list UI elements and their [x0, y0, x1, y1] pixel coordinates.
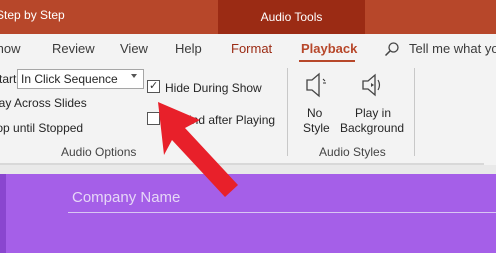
- play-in-background-speaker-icon[interactable]: [358, 70, 388, 100]
- tab-playback[interactable]: Playback: [301, 41, 357, 56]
- hide-during-show-checkbox[interactable]: ✓: [147, 80, 160, 93]
- start-select-value: In Click Sequence: [21, 72, 118, 86]
- no-style-label-line1: No: [307, 106, 323, 120]
- ribbon-bottom-gap: [0, 165, 496, 174]
- group-separator-right: [414, 68, 415, 156]
- search-icon[interactable]: [384, 41, 400, 57]
- checkmark-icon: ✓: [149, 80, 159, 92]
- tab-format[interactable]: Format: [231, 41, 272, 56]
- contextual-tab-audio-tools: Audio Tools: [218, 0, 365, 34]
- start-select[interactable]: In Click Sequence: [17, 69, 144, 89]
- window-title: Step by Step: [0, 8, 65, 22]
- loop-until-stopped-option[interactable]: Loop until Stopped: [0, 121, 83, 135]
- tell-me-input[interactable]: Tell me what you: [409, 41, 496, 56]
- slide-canvas[interactable]: [0, 174, 496, 253]
- annotation-arrow-icon: [158, 102, 238, 197]
- slide-left-edge: [0, 174, 6, 253]
- play-across-slides-option[interactable]: Play Across Slides: [0, 96, 87, 110]
- group-separator: [287, 68, 288, 156]
- play-in-background-label-line2: Background: [340, 121, 405, 135]
- play-in-background-label-line1: Play in: [355, 106, 392, 120]
- tab-view[interactable]: View: [120, 41, 148, 56]
- title-underline: [68, 212, 496, 213]
- tab-slide-show[interactable]: Show: [0, 41, 21, 56]
- tab-help[interactable]: Help: [175, 41, 202, 56]
- audio-styles-group-label: Audio Styles: [319, 145, 386, 159]
- chevron-down-icon[interactable]: [131, 74, 137, 78]
- no-style-label-line2: Style: [303, 121, 330, 135]
- tab-review[interactable]: Review: [52, 41, 95, 56]
- hide-during-show-label: Hide During Show: [165, 81, 262, 95]
- no-style-speaker-icon[interactable]: [302, 70, 330, 100]
- audio-options-group-label: Audio Options: [61, 145, 137, 159]
